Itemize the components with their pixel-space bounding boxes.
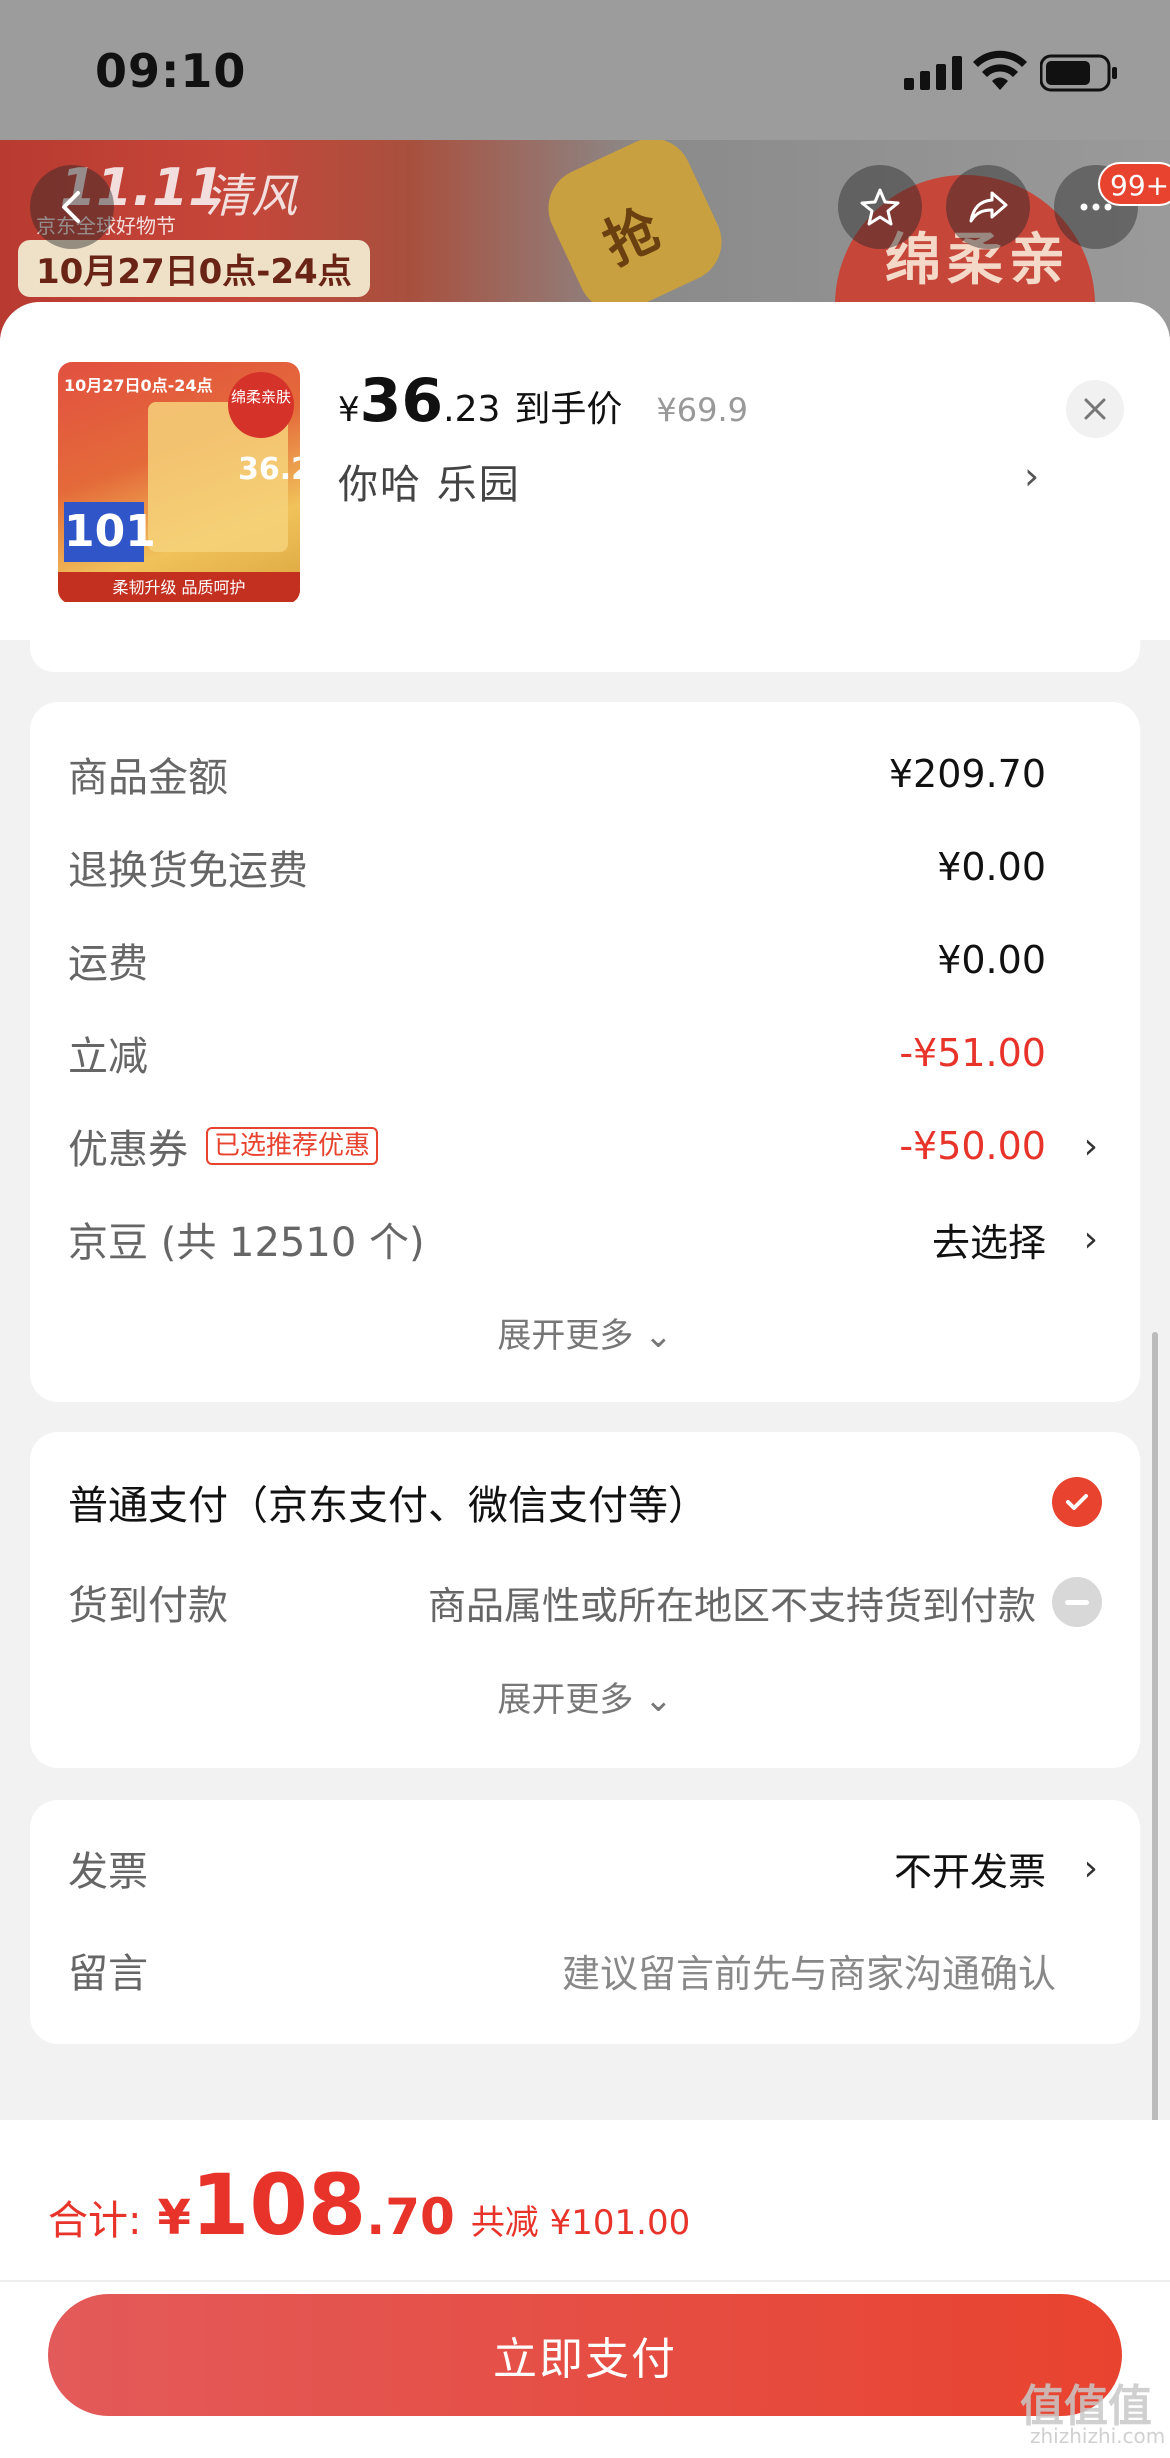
disabled-icon [1052,1577,1102,1627]
expand-more-button[interactable]: 展开更多 ⌄ [30,1308,1140,1357]
back-icon [62,191,80,223]
share-icon [969,191,1008,223]
total-savings: 共减 ¥101.00 [470,2203,691,2243]
product-thumbnail: 10月27日0点-24点 绵柔亲肤 36.2 101 柔韧升级 品质呵护 [58,362,300,604]
share-button[interactable] [946,165,1030,249]
payment-option-cod: 货到付款 商品属性或所在地区不支持货到付款 [68,1572,1140,1632]
check-icon [1052,1477,1102,1527]
banner-brand-name: 清风 [205,169,297,223]
status-bar: 09:10 [0,0,1170,140]
row-discount: 立减 -¥51.00 [68,1031,1046,1080]
product-spec[interactable]: 你哈 乐园 [338,452,521,510]
wifi-icon [973,50,1027,90]
expand-more-button[interactable]: 展开更多 ⌄ [30,1672,1140,1721]
chevron-right-icon: › [1083,1218,1098,1260]
close-icon [1084,398,1106,420]
row-coupon[interactable]: 优惠券 已选推荐优惠 -¥50.00 › [68,1116,1140,1176]
divider [0,2280,1170,2282]
original-price: ¥69.9 [656,391,749,429]
row-message[interactable]: 留言 建议留言前先与商家沟通确认 [68,1940,1140,2000]
chevron-right-icon: › [1083,1125,1098,1167]
status-time: 09:10 [95,44,247,98]
coupon-tag: 已选推荐优惠 [206,1127,379,1165]
signal-icon [904,56,962,90]
battery-icon [1040,54,1117,92]
row-invoice[interactable]: 发票 不开发票 › [68,1838,1140,1898]
banner-gold-tag: 抢 [535,140,735,325]
close-button[interactable] [1066,380,1124,438]
back-button[interactable] [30,165,114,249]
star-icon [860,188,900,226]
product-summary: 10月27日0点-24点 绵柔亲肤 36.2 101 柔韧升级 品质呵护 ¥36… [0,302,1170,640]
total-price: 合计: ¥108.70 共减 ¥101.00 [48,2156,691,2254]
row-return-shipping: 退换货免运费 ¥0.00 [68,845,1046,894]
previous-card-bottom [30,602,1140,672]
row-goods-amount: 商品金额 ¥209.70 [68,752,1046,801]
row-shipping: 运费 ¥0.00 [68,938,1046,987]
watermark-domain: zhizhizhi.com [1030,2424,1166,2448]
favorite-button[interactable] [838,165,922,249]
price-detail-card: 商品金额 ¥209.70 退换货免运费 ¥0.00 运费 ¥0.00 立减 -¥… [30,702,1140,1402]
cod-note: 商品属性或所在地区不支持货到付款 [427,1583,1036,1628]
payment-option-normal[interactable]: 普通支付（京东支付、微信支付等） [68,1472,1140,1532]
pay-now-button[interactable]: 立即支付 [48,2294,1122,2416]
extra-info-card: 发票 不开发票 › 留言 建议留言前先与商家沟通确认 [30,1800,1140,2044]
notification-badge: 99+ [1098,162,1170,206]
product-price: ¥36.23 到手价 ¥69.9 [338,366,749,436]
chevron-right-icon: › [1083,1847,1098,1889]
row-jingdou[interactable]: 京豆 (共 12510 个) 去选择 › [68,1209,1140,1269]
payment-card: 普通支付（京东支付、微信支付等） 货到付款 商品属性或所在地区不支持货到付款 展… [30,1432,1140,1768]
message-input[interactable]: 建议留言前先与商家沟通确认 [562,1943,1056,1998]
checkout-footer: 合计: ¥108.70 共减 ¥101.00 立即支付 [0,2120,1170,2458]
spec-chevron-icon[interactable]: › [1024,454,1039,498]
